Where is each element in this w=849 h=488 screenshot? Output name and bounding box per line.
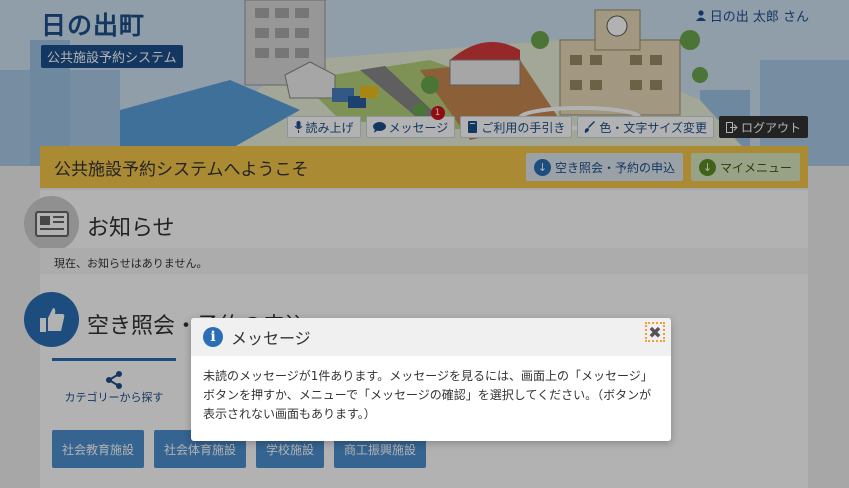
info-icon: i	[203, 327, 223, 347]
close-icon[interactable]: ✖	[645, 322, 665, 342]
message-dialog: i メッセージ ✖ 未読のメッセージが1件あります。メッセージを見るには、画面上…	[191, 318, 671, 441]
dialog-header: i メッセージ	[191, 318, 671, 356]
dialog-message: 未読のメッセージが1件あります。メッセージを見るには、画面上の「メッセージ」ボタ…	[203, 369, 653, 421]
dialog-title: メッセージ	[231, 329, 311, 348]
